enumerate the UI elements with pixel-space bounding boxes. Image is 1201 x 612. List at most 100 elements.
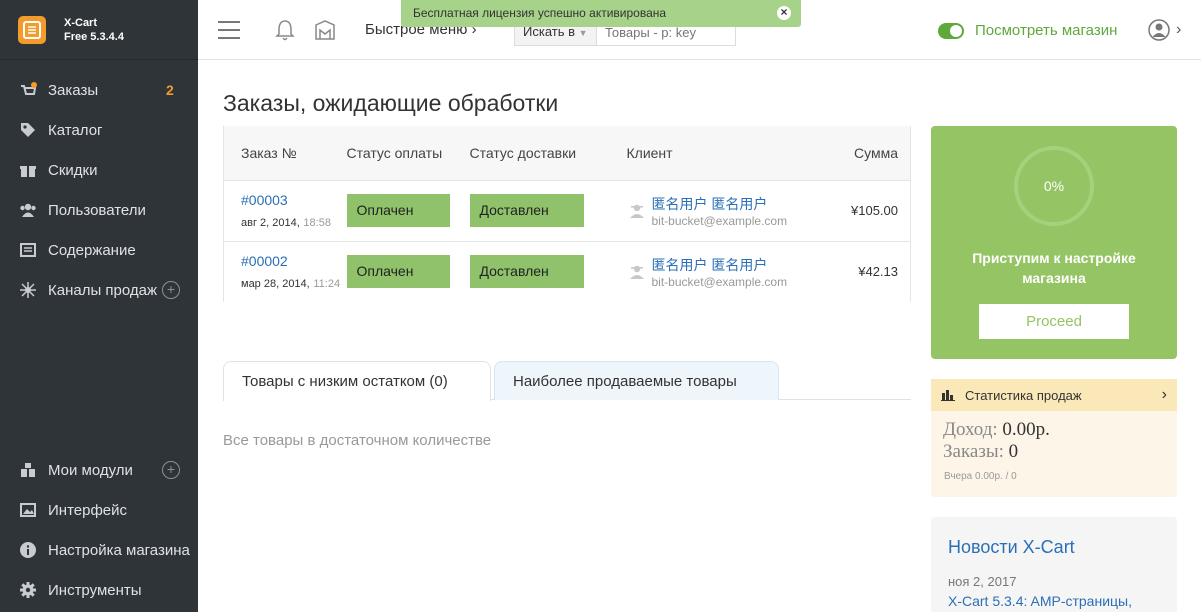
sidebar-item-label: Содержание <box>48 241 136 259</box>
client-name-link[interactable]: 匿名用户 匿名用户 <box>652 194 788 214</box>
image-icon <box>18 500 38 520</box>
anonymous-user-icon <box>629 265 644 279</box>
notification-text: Бесплатная лицензия успешно активирована <box>413 6 667 20</box>
close-icon[interactable]: × <box>777 6 791 20</box>
page-title: Заказы, ожидающие обработки <box>223 90 559 116</box>
yesterday-stats: Вчера 0.00р. / 0 <box>944 471 1017 482</box>
payment-status-badge[interactable]: Оплачен <box>346 194 450 227</box>
sidebar-item-label: Интерфейс <box>48 501 128 519</box>
info-icon <box>18 540 38 560</box>
order-date: мар 28, 2014, <box>241 278 310 291</box>
order-time: 18:58 <box>303 217 331 229</box>
add-module-icon[interactable]: + <box>162 461 180 479</box>
view-store-link[interactable]: Посмотреть магазин <box>938 22 1117 39</box>
gift-icon <box>18 160 38 180</box>
sidebar-item-label: Каталог <box>48 121 103 139</box>
orders-icon <box>18 80 38 100</box>
sales-stats-title: Статистика продаж <box>965 387 1082 403</box>
news-widget: Новости X-Cart ноя 2, 2017 X-Cart 5.3.4:… <box>931 517 1177 612</box>
sidebar-item-interface[interactable]: Интерфейс <box>0 490 198 530</box>
add-channel-icon[interactable]: + <box>162 281 180 299</box>
news-link[interactable]: X-Cart 5.3.4: AMP-страницы, <box>948 593 1160 609</box>
store-setup-widget: 0% Приступим к настройке магазина Procee… <box>931 126 1177 359</box>
order-sum: ¥105.00 <box>816 179 911 241</box>
gear-icon <box>18 580 38 600</box>
store-toggle[interactable] <box>938 22 964 39</box>
anonymous-user-icon <box>629 204 644 218</box>
user-menu[interactable]: › <box>1148 19 1181 41</box>
proceed-button[interactable]: Proceed <box>979 304 1129 339</box>
sidebar-item-label: Пользователи <box>48 201 146 219</box>
order-time: 11:24 <box>313 278 341 291</box>
sidebar-item-label: Настройка магазина <box>48 541 190 559</box>
xcart-logo-icon <box>18 15 46 44</box>
brand[interactable]: X-Cart Free 5.3.4.4 <box>0 0 198 60</box>
tag-icon <box>18 120 38 140</box>
marketplace-icon[interactable] <box>312 17 338 43</box>
products-tabs: Товары с низким остатком (0) Наиболее пр… <box>223 361 911 401</box>
view-store-label: Посмотреть магазин <box>975 22 1118 39</box>
sidebar-item-content[interactable]: Содержание <box>0 230 198 270</box>
news-title[interactable]: Новости X-Cart <box>948 537 1160 558</box>
sidebar-item-store-setup[interactable]: Настройка магазина <box>0 530 198 570</box>
caret-down-icon: ▼ <box>578 28 588 38</box>
revenue-line: Доход: 0.00р. <box>931 419 1177 441</box>
sidebar-item-label: Каналы продаж <box>48 281 158 299</box>
orders-line: Заказы: 0 <box>931 441 1177 463</box>
users-icon <box>18 200 38 220</box>
chevron-right-icon: › <box>1176 21 1182 38</box>
sidebar-item-catalog[interactable]: Каталог <box>0 110 198 150</box>
client-email: bit-bucket@example.com <box>651 274 788 289</box>
sidebar-item-discounts[interactable]: Скидки <box>0 150 198 190</box>
setup-text: Приступим к настройке магазина <box>972 250 1136 286</box>
order-number-link[interactable]: #00003 <box>241 192 347 208</box>
client-email: bit-bucket@example.com <box>651 213 788 228</box>
shipping-status-badge[interactable]: Доставлен <box>469 194 584 227</box>
column-header-shipping-status[interactable]: Статус доставки <box>469 126 627 180</box>
empty-state-text: Все товары в достаточном количестве <box>223 432 492 449</box>
bell-icon[interactable] <box>272 17 298 43</box>
chevron-right-icon: › <box>1161 386 1167 403</box>
sidebar-item-label: Заказы <box>48 81 99 99</box>
column-header-sum[interactable]: Сумма <box>816 126 911 180</box>
sidebar-item-orders[interactable]: Заказы 2 <box>0 70 198 110</box>
orders-label: Заказы: <box>943 441 1004 462</box>
order-sum: ¥42.13 <box>816 240 911 302</box>
sidebar-item-sales-channels[interactable]: Каналы продаж + <box>0 270 198 310</box>
brand-name: X-Cart <box>64 16 98 29</box>
setup-progress-circle: 0% <box>1014 146 1094 226</box>
table-header-row: Заказ № Статус оплаты Статус доставки Кл… <box>223 126 911 180</box>
orders-table: Заказ № Статус оплаты Статус доставки Кл… <box>223 126 911 302</box>
sidebar-item-label: Скидки <box>48 161 98 179</box>
payment-status-badge[interactable]: Оплачен <box>346 255 450 289</box>
column-header-client[interactable]: Клиент <box>626 126 817 180</box>
revenue-label: Доход: <box>943 419 998 440</box>
modules-icon <box>18 460 38 480</box>
avatar-icon <box>1148 19 1170 41</box>
news-date: ноя 2, 2017 <box>948 574 1017 589</box>
sales-stats-widget: Статистика продаж › Доход: 0.00р. Заказы… <box>931 379 1177 497</box>
column-header-order-no[interactable]: Заказ № <box>223 126 347 180</box>
column-header-payment-status[interactable]: Статус оплаты <box>346 126 470 180</box>
hamburger-menu-icon[interactable] <box>216 17 242 43</box>
sidebar-item-label: Инструменты <box>48 581 142 599</box>
order-date: авг 2, 2014, <box>241 217 300 229</box>
orders-count-badge: 2 <box>166 82 174 98</box>
content-icon <box>18 240 38 260</box>
orders-value: 0 <box>1008 441 1019 462</box>
brand-version: Free 5.3.4.4 <box>64 30 124 43</box>
sidebar: X-Cart Free 5.3.4.4 Заказы 2 Каталог Ски… <box>0 0 198 612</box>
bar-chart-icon <box>941 390 955 401</box>
sales-stats-header[interactable]: Статистика продаж › <box>931 379 1177 411</box>
revenue-value: 0.00р. <box>1002 419 1050 440</box>
tab-low-stock[interactable]: Товары с низким остатком (0) <box>223 361 491 401</box>
sidebar-item-tools[interactable]: Инструменты <box>0 570 198 610</box>
tab-bestsellers[interactable]: Наиболее продаваемые товары <box>494 361 779 400</box>
sidebar-item-label: Мои модули <box>48 461 133 479</box>
sidebar-item-users[interactable]: Пользователи <box>0 190 198 230</box>
order-number-link[interactable]: #00002 <box>241 253 347 269</box>
table-row: #00003 авг 2, 2014, 18:58 Оплачен Достав… <box>223 179 911 241</box>
sidebar-item-my-modules[interactable]: Мои модули + <box>0 450 198 490</box>
shipping-status-badge[interactable]: Доставлен <box>469 255 584 289</box>
client-name-link[interactable]: 匿名用户 匿名用户 <box>652 255 788 275</box>
